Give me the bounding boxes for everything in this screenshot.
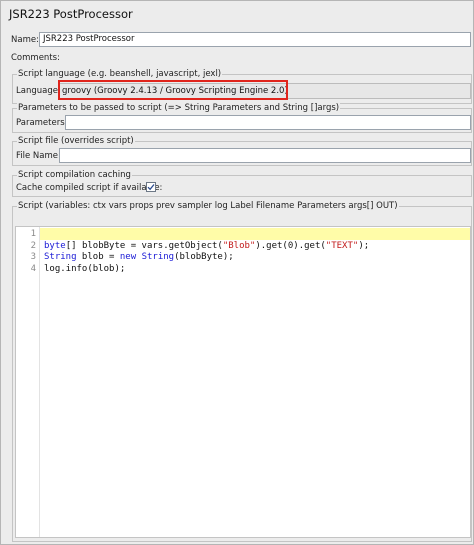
parameters-group-title: Parameters to be passed to script (=> St… bbox=[17, 103, 341, 113]
code-token: (blobByte); bbox=[174, 252, 234, 262]
code-token: blob = bbox=[76, 252, 120, 262]
code-token: String bbox=[44, 252, 77, 262]
code-text: log.info(blob); bbox=[44, 264, 125, 275]
name-input[interactable]: JSR223 PostProcessor bbox=[39, 32, 471, 47]
file-name-label: File Name: bbox=[16, 151, 61, 161]
parameters-input[interactable] bbox=[65, 115, 471, 130]
code-token: "TEXT" bbox=[325, 240, 359, 251]
code-token: ).get( bbox=[293, 240, 326, 251]
script-editor[interactable]: 1 2 byte[] blobByte = vars.getObject("Blob… bbox=[15, 226, 471, 538]
code-line: 4 log.info(blob); bbox=[16, 264, 470, 275]
code-token: byte bbox=[44, 240, 66, 251]
line-number: 3 bbox=[30, 252, 36, 262]
cache-compiled-checkbox[interactable] bbox=[146, 182, 156, 192]
code-token: log.info(blob); bbox=[44, 263, 126, 274]
language-label: Language: bbox=[16, 86, 61, 96]
panel-title: JSR223 PostProcessor bbox=[9, 7, 133, 21]
compilation-caching-group-title: Script compilation caching bbox=[17, 170, 132, 180]
script-language-group-title: Script language (e.g. beanshell, javascr… bbox=[17, 69, 223, 79]
language-select[interactable]: groovy (Groovy 2.4.13 / Groovy Scripting… bbox=[59, 83, 471, 99]
code-line: 1 bbox=[16, 229, 470, 240]
comments-input[interactable] bbox=[56, 50, 471, 65]
code-line: 3 String blob = new String(blobByte); bbox=[16, 252, 470, 263]
code-text: byte[] blobByte = vars.getObject("Blob")… bbox=[44, 241, 369, 252]
line-number: 2 bbox=[30, 240, 36, 251]
comments-label: Comments: bbox=[11, 53, 60, 63]
code-token: ).get( bbox=[255, 240, 288, 251]
code-token: ); bbox=[358, 240, 370, 251]
check-icon bbox=[147, 184, 155, 191]
code-token: String bbox=[141, 252, 175, 262]
cache-compiled-label: Cache compiled script if available: bbox=[16, 183, 163, 193]
script-file-group-title: Script file (overrides script) bbox=[17, 136, 135, 146]
code-token: new bbox=[119, 252, 137, 262]
name-label: Name: bbox=[11, 35, 39, 45]
line-number: 1 bbox=[30, 229, 36, 239]
jsr223-postprocessor-panel: JSR223 PostProcessor Name: JSR223 PostPr… bbox=[0, 0, 474, 545]
line-number: 4 bbox=[30, 263, 36, 274]
code-line: 2 byte[] blobByte = vars.getObject("Blob"… bbox=[16, 241, 470, 252]
code-token: [] blobByte = vars.getObject( bbox=[65, 240, 223, 251]
code-token: "Blob" bbox=[222, 240, 256, 251]
code-text: String blob = new String(blobByte); bbox=[44, 252, 234, 263]
file-name-input[interactable] bbox=[59, 148, 471, 163]
parameters-label: Parameters: bbox=[16, 118, 68, 128]
script-group-title: Script (variables: ctx vars props prev s… bbox=[17, 201, 399, 211]
